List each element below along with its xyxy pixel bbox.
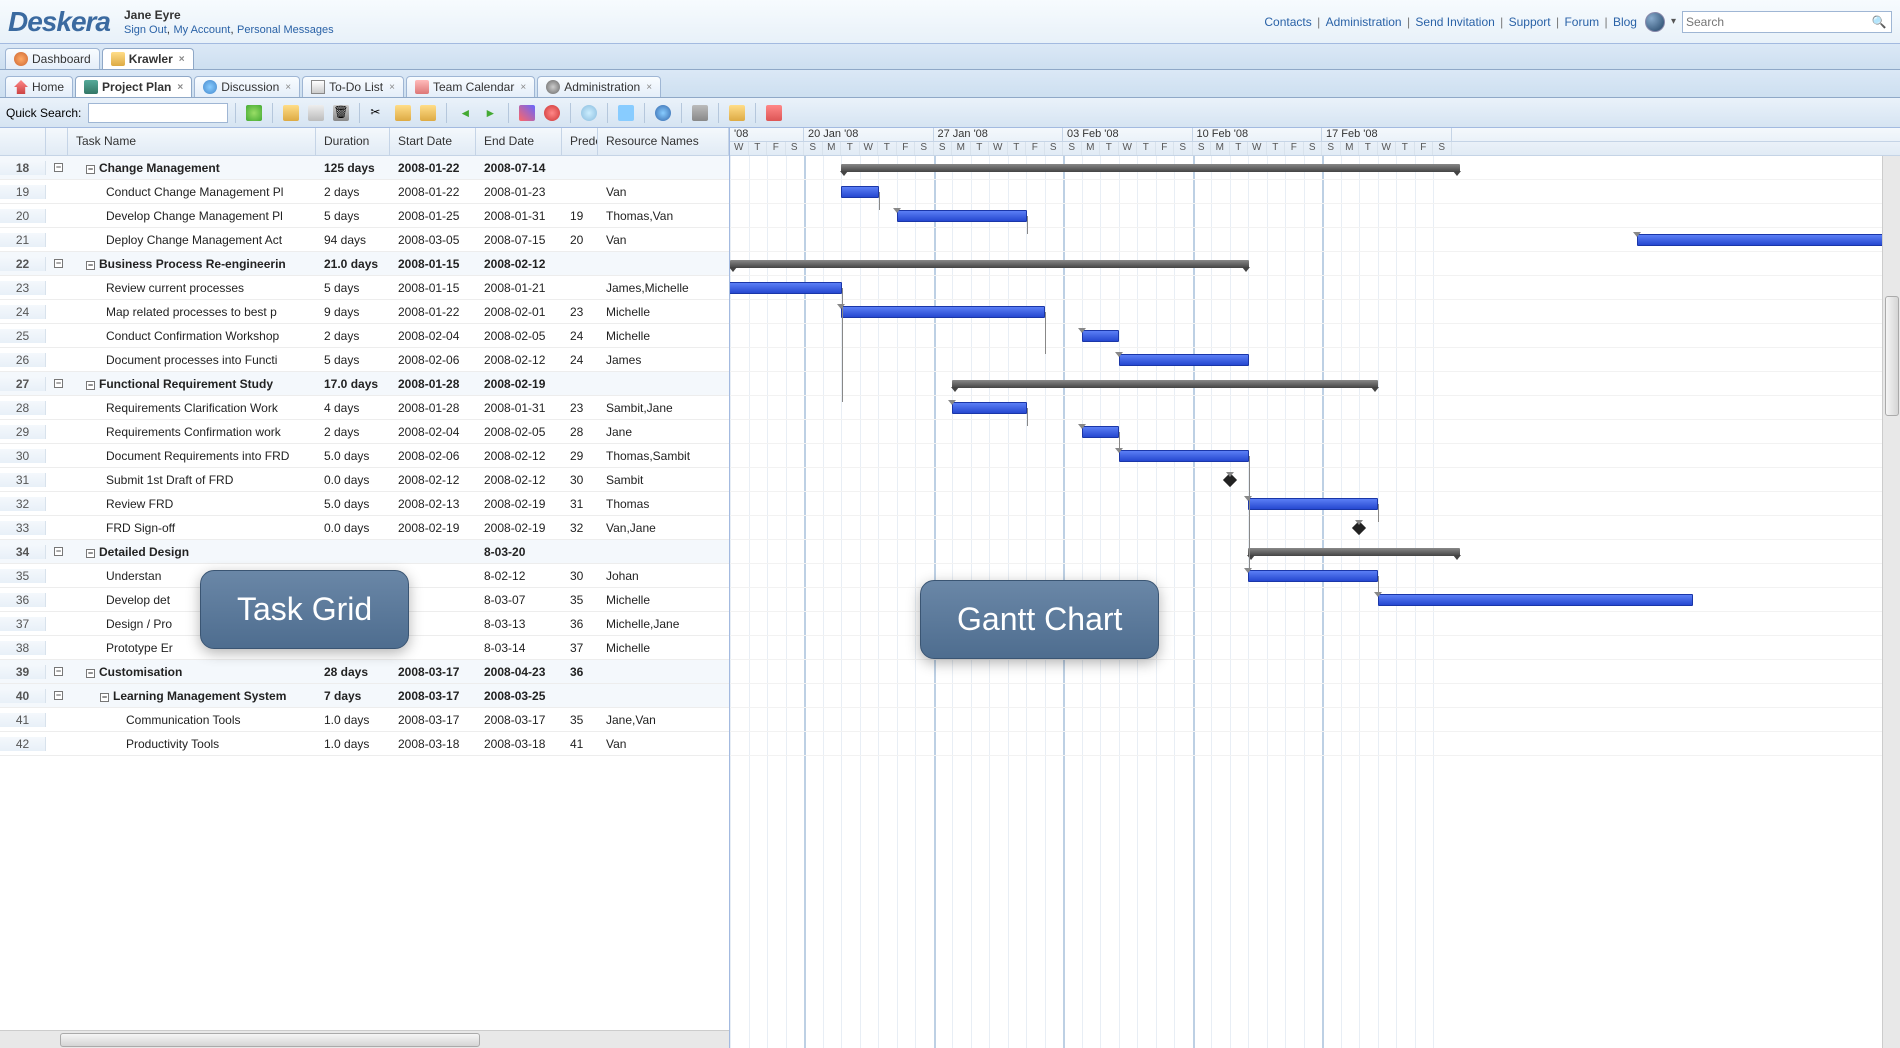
- personal-messages-link[interactable]: Personal Messages: [237, 24, 334, 36]
- export-button[interactable]: [726, 102, 748, 124]
- table-row[interactable]: 18−−Change Management125 days2008-01-222…: [0, 156, 729, 180]
- col-enddate[interactable]: End Date: [476, 128, 562, 155]
- callout-gantt: Gantt Chart: [920, 580, 1159, 659]
- user-block: Jane Eyre Sign Out, My Account, Personal…: [124, 8, 334, 36]
- todo-icon: [311, 80, 325, 94]
- signout-link[interactable]: Sign Out: [124, 24, 167, 36]
- gantt-pane: '0820 Jan '0827 Jan '0803 Feb '0810 Feb …: [730, 128, 1900, 1048]
- username: Jane Eyre: [124, 8, 334, 22]
- secondary-tabs: Home Project Plan× Discussion× To-Do Lis…: [0, 70, 1900, 98]
- app-header: Deskera Jane Eyre Sign Out, My Account, …: [0, 0, 1900, 44]
- col-startdate[interactable]: Start Date: [390, 128, 476, 155]
- gantt-body[interactable]: [730, 156, 1900, 1048]
- forum-link[interactable]: Forum: [1564, 15, 1599, 29]
- quick-search-input[interactable]: [88, 103, 228, 123]
- table-row[interactable]: 28Requirements Clarification Work4 days2…: [0, 396, 729, 420]
- tab-calendar[interactable]: Team Calendar×: [406, 76, 535, 97]
- col-taskname[interactable]: Task Name: [68, 128, 316, 155]
- new-button[interactable]: [305, 102, 327, 124]
- close-icon[interactable]: ×: [179, 54, 185, 65]
- close-icon[interactable]: ×: [285, 82, 291, 93]
- table-row[interactable]: 25Conduct Confirmation Workshop2 days200…: [0, 324, 729, 348]
- col-resources[interactable]: Resource Names: [598, 128, 729, 155]
- calendar-icon: [415, 80, 429, 94]
- close-icon[interactable]: ×: [177, 82, 183, 93]
- table-row[interactable]: 39−−Customisation28 days2008-03-172008-0…: [0, 660, 729, 684]
- table-row[interactable]: 31Submit 1st Draft of FRD0.0 days2008-02…: [0, 468, 729, 492]
- chart-button[interactable]: [516, 102, 538, 124]
- table-row[interactable]: 34−−Detailed Design8-03-20: [0, 540, 729, 564]
- close-icon[interactable]: ×: [646, 82, 652, 93]
- plan-icon: [84, 80, 98, 94]
- close-icon[interactable]: ×: [389, 82, 395, 93]
- table-row[interactable]: 21Deploy Change Management Act94 days200…: [0, 228, 729, 252]
- table-row[interactable]: 26Document processes into Functi5 days20…: [0, 348, 729, 372]
- table-row[interactable]: 20Develop Change Management Pl5 days2008…: [0, 204, 729, 228]
- callout-task-grid: Task Grid: [200, 570, 409, 649]
- add-button[interactable]: [280, 102, 302, 124]
- table-row[interactable]: 32Review FRD5.0 days2008-02-132008-02-19…: [0, 492, 729, 516]
- contacts-link[interactable]: Contacts: [1264, 15, 1311, 29]
- table-row[interactable]: 29Requirements Confirmation work2 days20…: [0, 420, 729, 444]
- home-icon: [14, 80, 28, 94]
- paste-button[interactable]: [417, 102, 439, 124]
- tab-dashboard[interactable]: Dashboard: [5, 48, 100, 69]
- tab-project-plan[interactable]: Project Plan×: [75, 76, 192, 97]
- table-row[interactable]: 23Review current processes5 days2008-01-…: [0, 276, 729, 300]
- tree-button[interactable]: [615, 102, 637, 124]
- toolbar: Quick Search: 🗑 ✂ ◄ ►: [0, 98, 1900, 128]
- table-row[interactable]: 42Productivity Tools1.0 days2008-03-1820…: [0, 732, 729, 756]
- info-button[interactable]: [652, 102, 674, 124]
- gantt-header: '0820 Jan '0827 Jan '0803 Feb '0810 Feb …: [730, 128, 1900, 156]
- col-predecessor[interactable]: Prede: [562, 128, 598, 155]
- vertical-scrollbar[interactable]: [1882, 156, 1900, 1048]
- clock-button[interactable]: [578, 102, 600, 124]
- folder-icon: [111, 52, 125, 66]
- tab-admin[interactable]: Administration×: [537, 76, 661, 97]
- horizontal-scrollbar[interactable]: [0, 1030, 729, 1048]
- next-button[interactable]: ►: [479, 102, 501, 124]
- main-tabs: Dashboard Krawler×: [0, 44, 1900, 70]
- copy-button[interactable]: [392, 102, 414, 124]
- grid-header: Task Name Duration Start Date End Date P…: [0, 128, 729, 156]
- globe-icon[interactable]: [1645, 12, 1665, 32]
- delete-button[interactable]: 🗑: [330, 102, 352, 124]
- top-links: Contacts | Administration | Send Invitat…: [1262, 15, 1639, 29]
- search-input[interactable]: [1686, 15, 1870, 29]
- tab-home[interactable]: Home: [5, 76, 73, 97]
- table-row[interactable]: 27−−Functional Requirement Study17.0 day…: [0, 372, 729, 396]
- tab-krawler[interactable]: Krawler×: [102, 48, 194, 69]
- tab-discussion[interactable]: Discussion×: [194, 76, 300, 97]
- close-icon[interactable]: ×: [520, 82, 526, 93]
- stop-button[interactable]: [541, 102, 563, 124]
- refresh-button[interactable]: [243, 102, 265, 124]
- support-link[interactable]: Support: [1509, 15, 1551, 29]
- calendar-button[interactable]: [763, 102, 785, 124]
- prev-button[interactable]: ◄: [454, 102, 476, 124]
- global-search[interactable]: 🔍: [1682, 11, 1892, 33]
- table-row[interactable]: 30Document Requirements into FRD5.0 days…: [0, 444, 729, 468]
- blog-link[interactable]: Blog: [1613, 15, 1637, 29]
- columns-button[interactable]: [689, 102, 711, 124]
- tab-todo[interactable]: To-Do List×: [302, 76, 404, 97]
- search-icon[interactable]: 🔍: [1870, 13, 1888, 31]
- myaccount-link[interactable]: My Account: [173, 24, 230, 36]
- admin-icon: [546, 80, 560, 94]
- administration-link[interactable]: Administration: [1326, 15, 1402, 29]
- col-duration[interactable]: Duration: [316, 128, 390, 155]
- dashboard-icon: [14, 52, 28, 66]
- table-row[interactable]: 24Map related processes to best p9 days2…: [0, 300, 729, 324]
- discussion-icon: [203, 80, 217, 94]
- table-row[interactable]: 19Conduct Change Management Pl2 days2008…: [0, 180, 729, 204]
- quick-search-label: Quick Search:: [6, 106, 81, 120]
- send-invitation-link[interactable]: Send Invitation: [1415, 15, 1494, 29]
- table-row[interactable]: 33FRD Sign-off0.0 days2008-02-192008-02-…: [0, 516, 729, 540]
- logo: Deskera: [8, 6, 110, 38]
- user-links: Sign Out, My Account, Personal Messages: [124, 22, 334, 36]
- table-row[interactable]: 40−−Learning Management System7 days2008…: [0, 684, 729, 708]
- table-row[interactable]: 22−−Business Process Re-engineerin21.0 d…: [0, 252, 729, 276]
- table-row[interactable]: 41Communication Tools1.0 days2008-03-172…: [0, 708, 729, 732]
- col-number[interactable]: [0, 128, 46, 155]
- cut-button[interactable]: ✂: [367, 102, 389, 124]
